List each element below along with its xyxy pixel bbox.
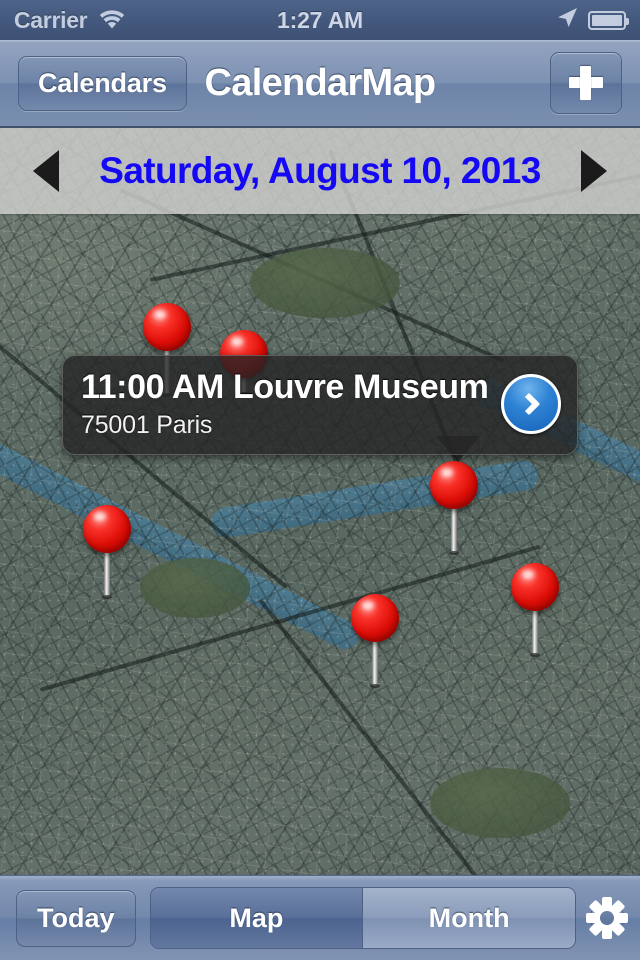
navigation-bar: Calendars CalendarMap <box>0 40 640 128</box>
add-event-button[interactable] <box>550 52 622 114</box>
pin-head <box>511 563 559 611</box>
callout-title: 11:00 AM Louvre Museum <box>81 368 489 406</box>
map-pin[interactable] <box>511 563 559 673</box>
map-pin[interactable] <box>430 461 478 571</box>
current-date-label: Saturday, August 10, 2013 <box>99 150 541 191</box>
map-pin[interactable] <box>83 505 131 615</box>
map-park <box>140 558 250 618</box>
callout-text: 11:00 AM Louvre Museum 75001 Paris <box>81 368 491 440</box>
wifi-icon <box>99 10 125 30</box>
map-callout[interactable]: 11:00 AM Louvre Museum 75001 Paris <box>62 355 578 456</box>
view-mode-segmented-control[interactable]: Map Month <box>149 887 576 949</box>
segment-label: Map <box>229 902 284 933</box>
next-day-button[interactable] <box>572 146 616 196</box>
map-park <box>250 248 400 318</box>
pin-head <box>143 303 191 351</box>
carrier-label: Carrier <box>14 6 88 33</box>
triangle-right-icon <box>581 150 607 192</box>
location-arrow-icon <box>555 6 579 35</box>
map-building-speckle <box>0 128 640 875</box>
pin-head <box>430 461 478 509</box>
battery-icon <box>588 10 629 30</box>
calendars-back-button[interactable]: Calendars <box>18 55 187 111</box>
map-park <box>430 768 570 838</box>
triangle-left-icon <box>33 150 59 192</box>
status-bar-right <box>555 6 629 35</box>
status-bar: Carrier 1:27 AM <box>0 0 640 40</box>
bottom-toolbar: Today Map Month <box>0 875 640 960</box>
segment-label: Month <box>428 902 510 933</box>
previous-day-button[interactable] <box>24 146 68 196</box>
app-screen: Carrier 1:27 AM Calendars CalendarMap 11… <box>0 0 640 960</box>
plus-icon <box>569 66 603 100</box>
settings-button[interactable] <box>586 897 628 939</box>
map-view[interactable]: Legal <box>0 128 640 875</box>
segment-map[interactable]: Map <box>150 888 363 948</box>
callout-subtitle: 75001 Paris <box>81 411 213 440</box>
pin-head <box>83 505 131 553</box>
date-navigation-bar: Saturday, August 10, 2013 <box>0 128 640 214</box>
chevron-right-icon <box>517 392 540 416</box>
clock-label: 1:27 AM <box>277 6 363 33</box>
map-pin[interactable] <box>351 594 399 704</box>
pin-head <box>351 594 399 642</box>
segment-month[interactable]: Month <box>362 888 575 948</box>
detail-disclosure-button[interactable] <box>501 374 561 435</box>
today-button[interactable]: Today <box>16 889 136 947</box>
